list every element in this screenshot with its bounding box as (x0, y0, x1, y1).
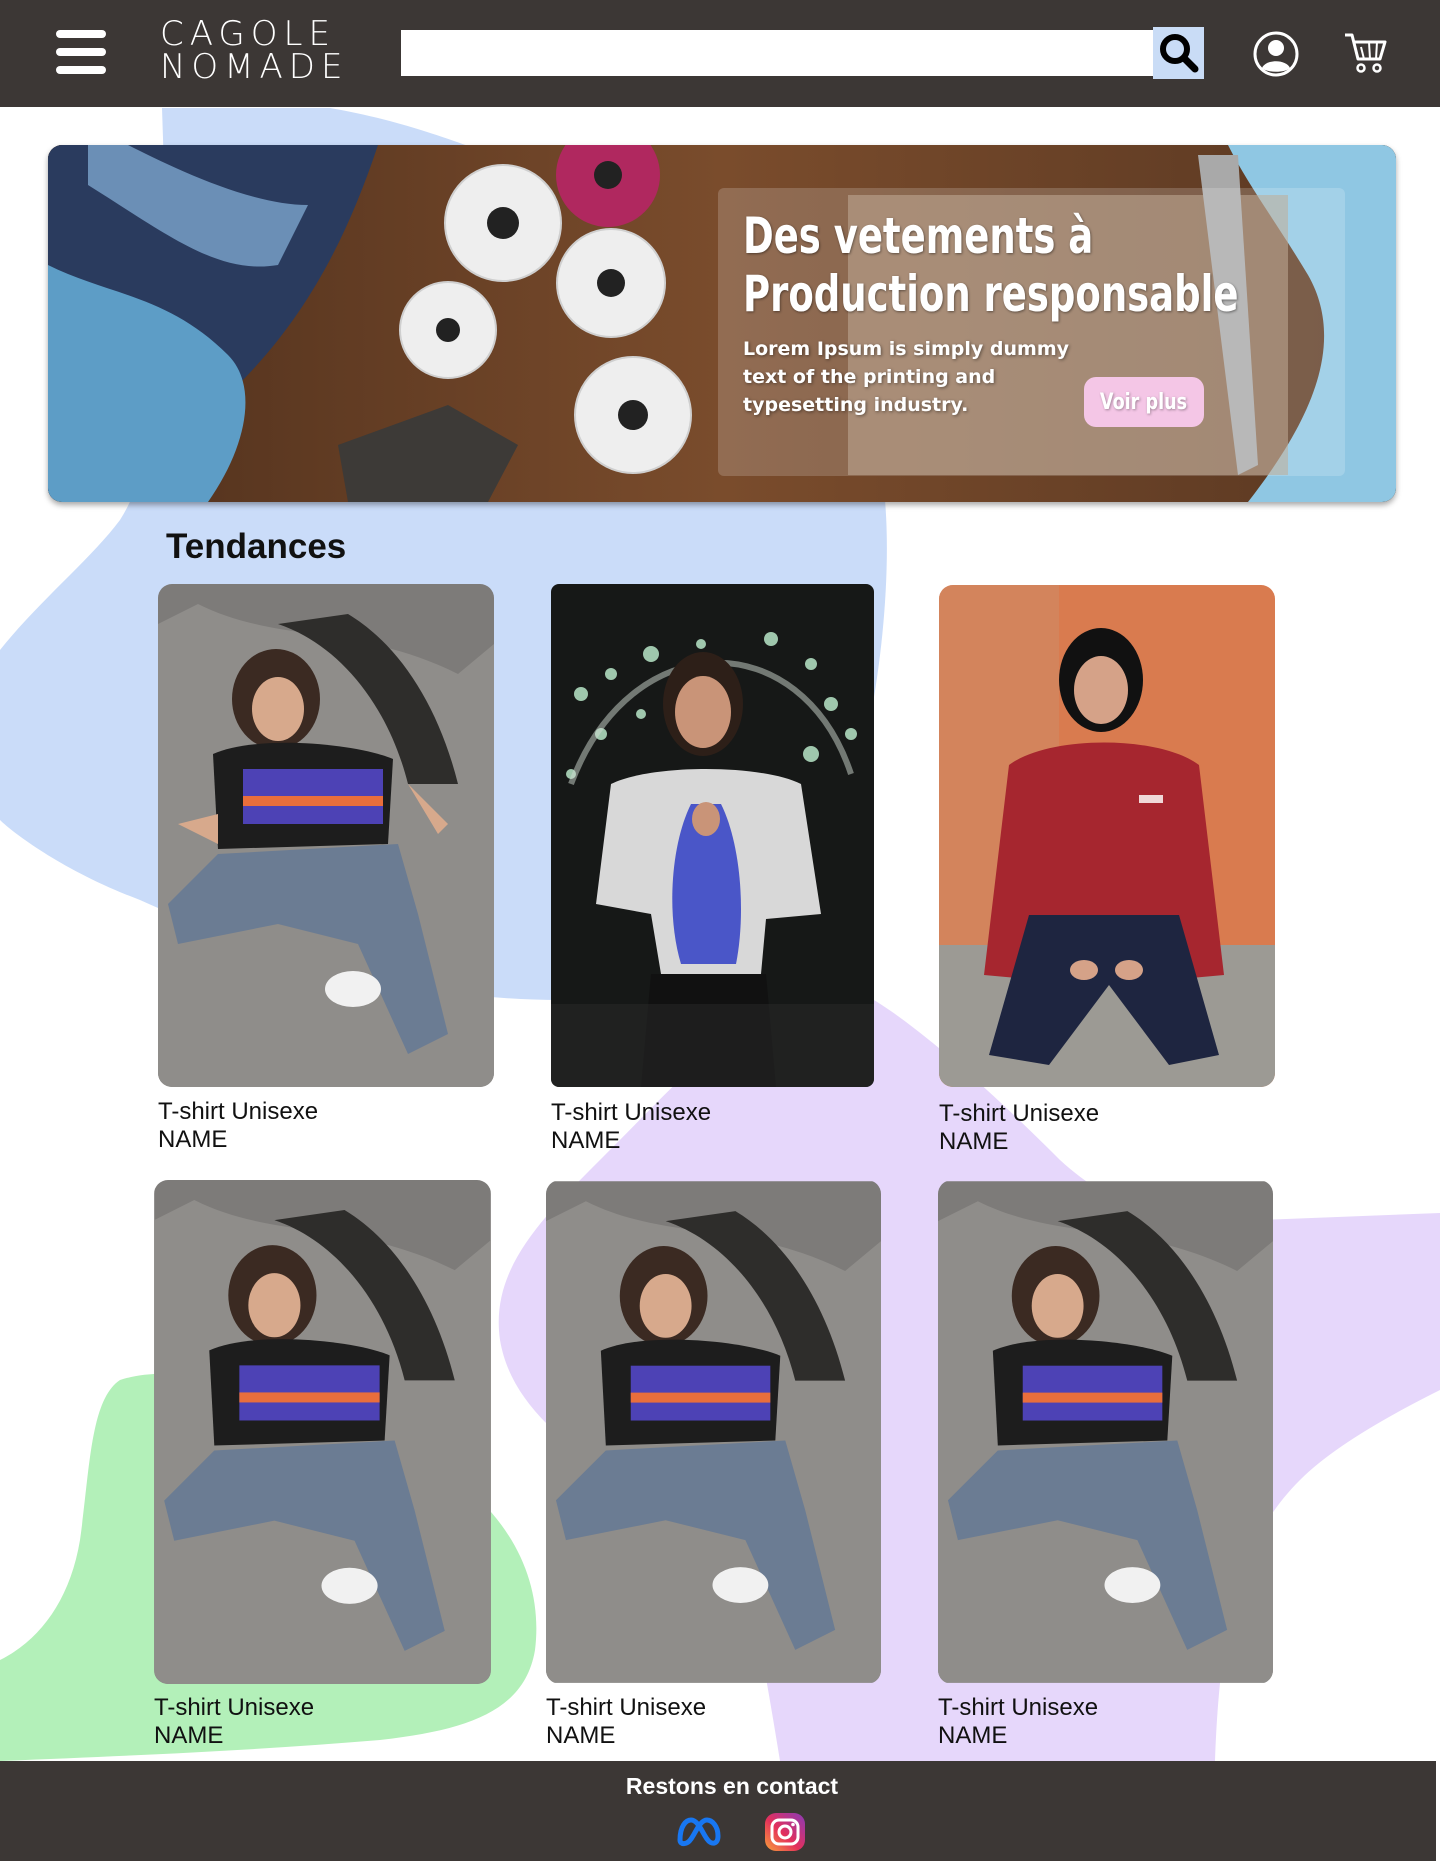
model-dark-tshirt-photo (938, 1181, 1273, 1683)
user-circle-icon (1253, 31, 1299, 77)
logo-line-2: NOMADE (160, 47, 349, 87)
footer: Restons en contact (0, 1761, 1436, 1861)
meta-icon (677, 1817, 721, 1847)
product-name: T-shirt Unisexe (938, 1694, 1099, 1721)
instagram-icon (765, 1813, 805, 1851)
product-name: T-shirt Unisexe (154, 1694, 315, 1721)
product-photo (158, 584, 494, 1087)
model-dark-tshirt-photo (158, 584, 494, 1087)
product-photo (939, 585, 1275, 1087)
product-subtitle: NAME (546, 1722, 616, 1749)
product-photo (551, 584, 874, 1087)
top-navigation-bar: CAGOLE NOMADE (0, 0, 1440, 107)
brand-logo[interactable]: CAGOLE NOMADE (160, 17, 350, 87)
product-photo (546, 1180, 881, 1684)
model-dark-tshirt-photo (546, 1181, 881, 1683)
hero-title: Des vetements à Production responsable (743, 207, 1239, 323)
product-photo (938, 1180, 1273, 1684)
account-button[interactable] (1252, 30, 1300, 78)
hero-title-line-2: Production responsable (743, 265, 1239, 323)
hero-description: Lorem Ipsum is simply dummy text of the … (743, 338, 1070, 416)
section-title: Tendances (166, 527, 347, 566)
product-name: T-shirt Unisexe (551, 1099, 712, 1126)
hero-title-line-1: Des vetements à (743, 207, 1094, 265)
search-input[interactable] (401, 30, 1153, 76)
hamburger-menu-icon[interactable] (56, 30, 106, 76)
meta-link[interactable] (674, 1812, 724, 1852)
product-subtitle: NAME (158, 1126, 228, 1153)
instagram-link[interactable] (761, 1812, 811, 1852)
hero-banner: Des vetements à Production responsable L… (48, 145, 1396, 502)
product-name: T-shirt Unisexe (546, 1694, 707, 1721)
search-bar (401, 27, 1204, 79)
search-button[interactable] (1153, 27, 1204, 79)
model-dark-tshirt-photo (154, 1180, 491, 1684)
product-subtitle: NAME (154, 1722, 224, 1749)
shopping-cart-icon (1345, 33, 1387, 73)
voir-plus-label: Voir plus (1100, 389, 1188, 415)
footer-title: Restons en contact (625, 1773, 839, 1799)
product-subtitle: NAME (551, 1127, 621, 1154)
product-subtitle: NAME (938, 1722, 1008, 1749)
voir-plus-button[interactable]: Voir plus (1084, 377, 1204, 427)
product-photo (154, 1180, 491, 1684)
model-white-tshirt-photo (551, 584, 874, 1087)
product-name: T-shirt Unisexe (939, 1100, 1100, 1127)
model-red-hoodie-photo (939, 585, 1275, 1087)
product-subtitle: NAME (939, 1128, 1009, 1155)
cart-button[interactable] (1343, 30, 1389, 76)
search-icon (1160, 34, 1199, 73)
product-name: T-shirt Unisexe (158, 1098, 319, 1125)
